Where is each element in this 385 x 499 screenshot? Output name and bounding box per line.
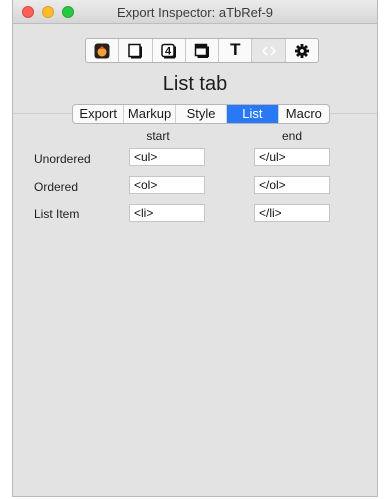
document-icon: [128, 43, 143, 58]
window-tab-button[interactable]: [186, 39, 220, 62]
ordered-label: Ordered: [34, 180, 79, 194]
list-item-label: List Item: [34, 207, 80, 221]
inspector-icon-bar: 4 T: [85, 38, 319, 63]
document-tab-button[interactable]: [119, 39, 153, 62]
badge-4-icon: 4: [160, 43, 176, 58]
export-inspector-window: Export Inspector: aTbRef-9 4 T List tab …: [12, 0, 378, 497]
code-brackets-icon: [261, 45, 276, 56]
end-column-header: end: [281, 129, 303, 143]
window-title: Export Inspector: aTbRef-9: [116, 5, 274, 20]
list-item-start-field[interactable]: [129, 204, 205, 222]
page-title: List tab: [162, 73, 228, 95]
unordered-start-field[interactable]: [129, 148, 205, 166]
text-tab-button[interactable]: T: [219, 39, 253, 62]
badge-tab-button[interactable]: 4: [153, 39, 186, 62]
badge-number: 4: [165, 45, 172, 57]
window-icon: [194, 43, 209, 58]
tab-style[interactable]: Style: [176, 105, 228, 123]
list-item-end-field[interactable]: [254, 204, 330, 222]
tab-export[interactable]: Export: [73, 105, 125, 123]
ordered-start-field[interactable]: [129, 176, 205, 194]
tab-list[interactable]: List: [227, 105, 279, 123]
app-icon-button[interactable]: [86, 39, 120, 62]
tab-macro[interactable]: Macro: [279, 105, 329, 123]
unordered-end-field[interactable]: [254, 148, 330, 166]
section-tabs: Export Markup Style List Macro: [72, 104, 330, 124]
start-column-header: start: [146, 129, 170, 143]
settings-tab-button[interactable]: [286, 39, 318, 62]
ordered-end-field[interactable]: [254, 176, 330, 194]
code-tab-button[interactable]: [252, 39, 286, 62]
title-bar: Export Inspector: aTbRef-9: [13, 0, 377, 24]
tab-markup[interactable]: Markup: [124, 105, 176, 123]
gear-icon: [294, 43, 309, 58]
unordered-label: Unordered: [34, 152, 91, 166]
text-icon: T: [230, 40, 241, 59]
app-icon: [94, 43, 110, 58]
